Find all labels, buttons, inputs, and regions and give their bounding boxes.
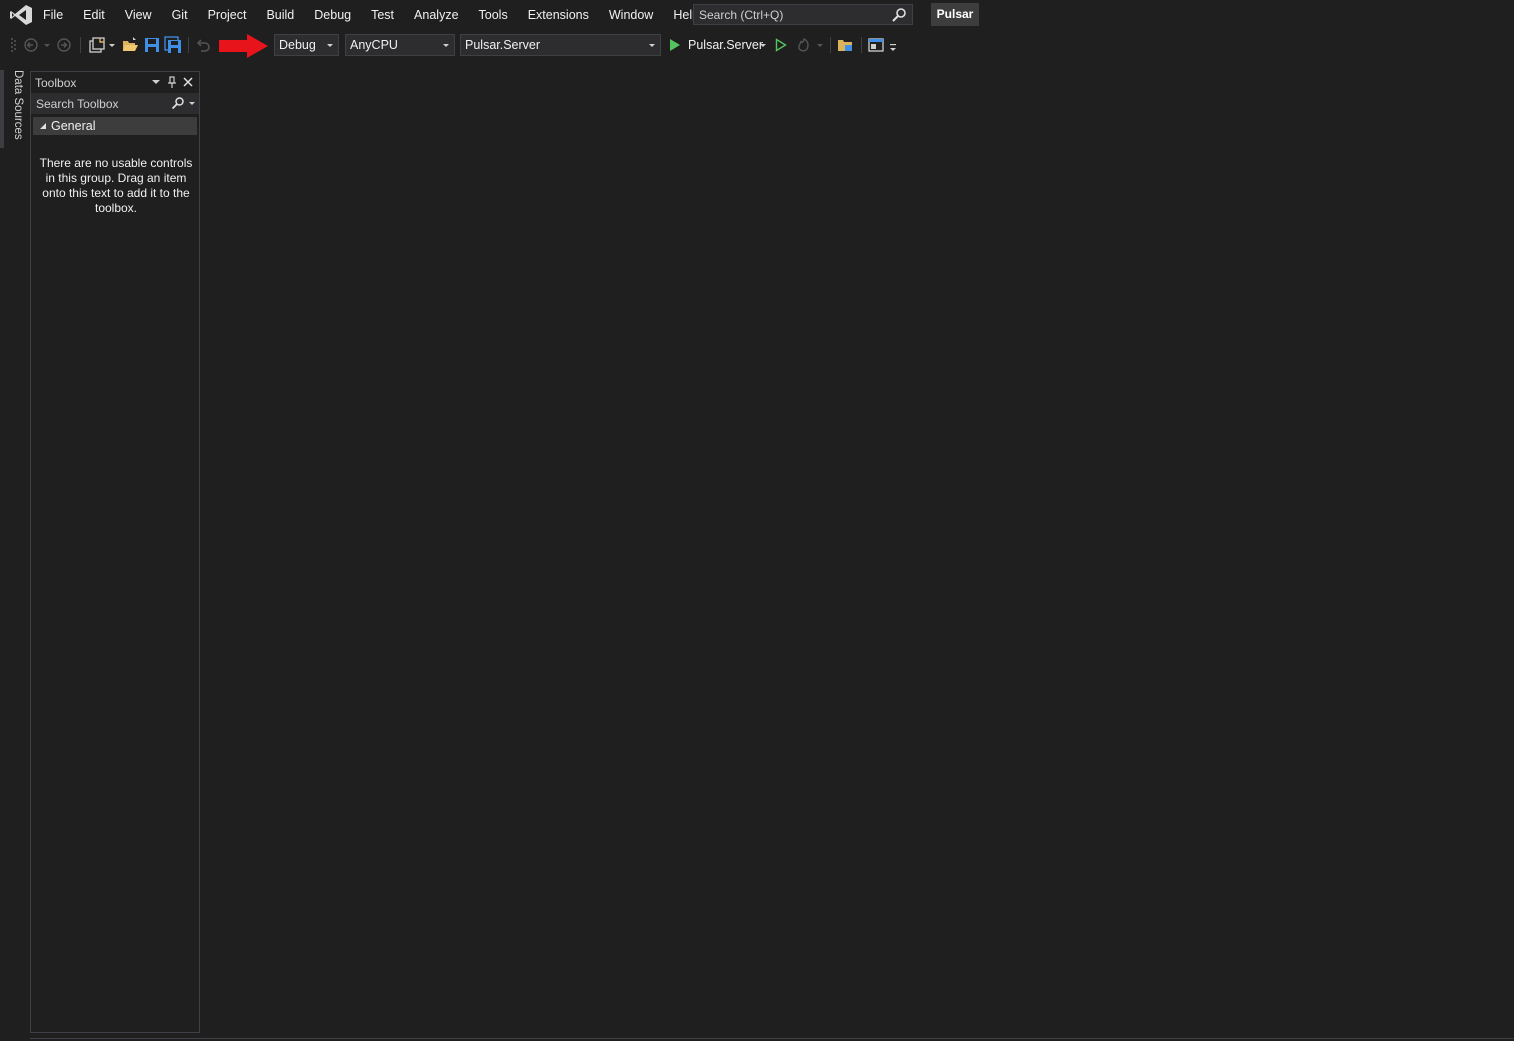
chevron-down-icon [327,44,333,47]
window-position-dropdown-icon[interactable] [149,75,163,89]
toolbar-options-dropdown-icon[interactable] [888,40,898,54]
toolbox-title: Toolbox [35,76,77,90]
start-debugging-play-icon[interactable] [668,36,682,54]
close-icon[interactable] [181,75,195,89]
configuration-value: Debug [279,38,316,52]
status-divider [30,1038,1514,1039]
search-placeholder: Search (Ctrl+Q) [699,8,784,22]
toolbox-panel: Toolbox Search Toolbox General There are… [30,71,200,1033]
navigate-back-dropdown-icon[interactable] [42,36,52,54]
menu-view[interactable]: View [115,0,162,30]
red-arrow-annotation-icon [219,34,268,58]
startup-project-select[interactable]: Pulsar.Server [460,34,661,56]
new-project-icon[interactable] [88,36,106,54]
save-icon[interactable] [143,36,161,54]
toolbox-search-input[interactable]: Search Toolbox [31,93,199,114]
menu-git[interactable]: Git [162,0,198,30]
search-icon[interactable] [171,96,185,110]
platform-value: AnyCPU [350,38,398,52]
toolbar-separator [80,37,81,53]
menu-edit[interactable]: Edit [73,0,115,30]
browse-folder-icon[interactable] [837,36,855,54]
start-without-debugging-icon[interactable] [774,36,788,54]
search-input[interactable]: Search (Ctrl+Q) [693,4,913,25]
tab-indicator [0,70,4,148]
pin-icon[interactable] [165,75,179,89]
hot-reload-dropdown-icon[interactable] [815,36,825,54]
standard-toolbar: Debug AnyCPU Pulsar.Server Pulsar.Server [0,30,1514,60]
toolbar-separator [188,37,189,53]
toolbox-empty-message: There are no usable controls in this gro… [39,156,193,215]
toolbox-group-label: General [51,119,96,133]
save-all-icon[interactable] [164,36,182,54]
toolbar-separator [830,37,831,53]
toolbar-grip-icon[interactable] [10,37,16,53]
toolbox-group-general[interactable]: General [33,117,197,135]
startup-project-value: Pulsar.Server [465,38,541,52]
start-debugging-button[interactable]: Pulsar.Server [688,38,763,52]
navigate-back-icon[interactable] [23,36,39,54]
hot-reload-icon[interactable] [795,36,813,54]
start-dropdown-icon[interactable] [758,36,768,54]
navigate-forward-icon[interactable] [56,36,72,54]
menu-file[interactable]: File [33,0,73,30]
toolbar-separator [861,37,862,53]
open-folder-icon[interactable] [121,36,139,54]
left-dock-tab-strip: Data Sources [0,62,27,1041]
chevron-down-icon [443,44,449,47]
new-project-dropdown-icon[interactable] [107,36,117,54]
menu-extensions[interactable]: Extensions [518,0,599,30]
menu-debug[interactable]: Debug [304,0,361,30]
visual-studio-logo-icon[interactable] [9,4,33,26]
expanded-triangle-icon [40,123,46,129]
search-options-dropdown-icon[interactable] [189,102,195,105]
chevron-down-icon [649,44,655,47]
solution-name-badge[interactable]: Pulsar [931,3,979,26]
search-icon[interactable] [891,7,907,23]
menu-items: File Edit View Git Project Build Debug T… [33,0,709,30]
menu-bar: File Edit View Git Project Build Debug T… [0,0,1514,30]
menu-test[interactable]: Test [361,0,404,30]
undo-icon[interactable] [195,36,211,54]
toolbox-title-bar[interactable]: Toolbox [31,72,199,92]
menu-window[interactable]: Window [599,0,663,30]
menu-build[interactable]: Build [256,0,304,30]
menu-project[interactable]: Project [198,0,257,30]
menu-analyze[interactable]: Analyze [404,0,468,30]
solution-configuration-select[interactable]: Debug [274,34,339,56]
menu-tools[interactable]: Tools [469,0,518,30]
toolbox-search-placeholder: Search Toolbox [36,97,119,111]
tab-data-sources[interactable]: Data Sources [8,70,24,148]
window-layout-icon[interactable] [867,36,885,54]
solution-platform-select[interactable]: AnyCPU [345,34,455,56]
